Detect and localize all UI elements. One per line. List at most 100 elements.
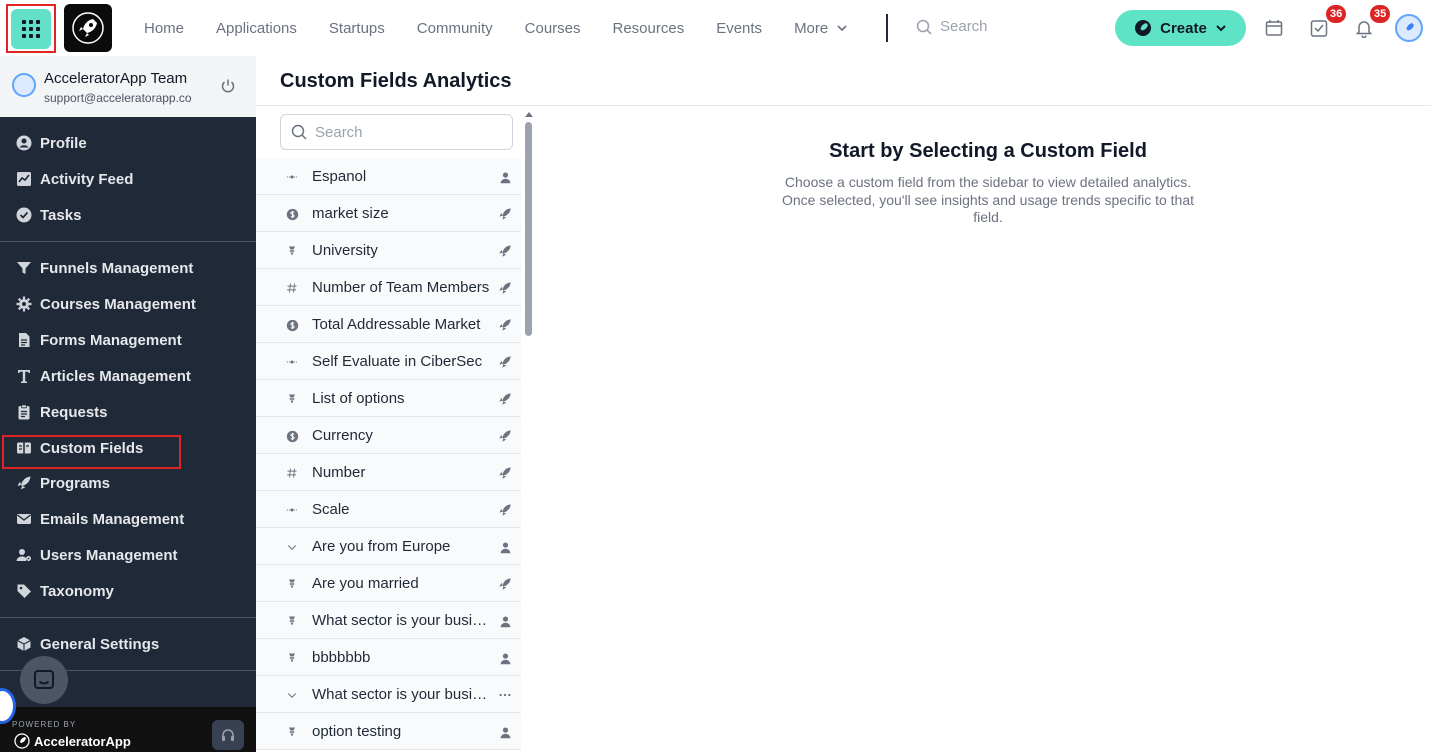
menu-item-programs[interactable]: Programs	[16, 473, 110, 493]
nav-community[interactable]: Community	[401, 20, 509, 37]
menu-item-emails-management[interactable]: Emails Management	[16, 509, 184, 529]
field-search-input[interactable]: Search	[280, 114, 513, 150]
menu-separator	[0, 617, 256, 618]
dollar-icon	[284, 428, 300, 444]
custom-field-list: Search Espanol market size University Numbe…	[256, 106, 538, 752]
document-icon	[19, 333, 30, 347]
dollar-icon	[284, 317, 300, 333]
nav-applications[interactable]: Applications	[200, 20, 313, 37]
custom-field-row[interactable]: Total Addressable Market	[256, 306, 521, 343]
chat-launcher-button[interactable]	[20, 656, 68, 704]
custom-field-label: bbbbbbb	[312, 649, 371, 666]
menu-item-label: General Settings	[40, 635, 160, 653]
powered-by-footer: POWERED BY AcceleratorApp	[0, 707, 256, 752]
custom-fields-highlight	[2, 435, 181, 469]
custom-field-label: List of options	[312, 390, 405, 407]
gear-icon	[16, 296, 32, 312]
custom-field-label: Number	[312, 464, 366, 481]
headset-icon	[222, 729, 234, 741]
custom-field-row[interactable]: Espanol	[256, 158, 521, 195]
menu-item-label: Emails Management	[40, 510, 185, 528]
user-icon	[497, 650, 513, 666]
rocket-icon	[497, 317, 513, 333]
nav-courses[interactable]: Courses	[509, 20, 597, 37]
menu-item-activity-feed[interactable]: Activity Feed	[16, 169, 133, 189]
custom-field-row[interactable]: Are you married	[256, 565, 521, 602]
rocket-icon	[497, 280, 513, 296]
menu-item-courses-management[interactable]: Courses Management	[16, 294, 196, 314]
custom-field-row[interactable]: What sector is your business	[256, 602, 521, 639]
nav-more[interactable]: More	[778, 20, 864, 37]
chart-icon	[17, 172, 31, 186]
custom-field-label: market size	[312, 205, 389, 222]
scroll-up-arrow-icon[interactable]	[524, 110, 534, 118]
chevron-down-icon	[837, 25, 847, 32]
hash-icon	[284, 465, 300, 481]
custom-field-row[interactable]: Are you from Europe	[256, 528, 521, 565]
custom-field-row[interactable]: List of options	[256, 380, 521, 417]
user-avatar[interactable]	[1395, 14, 1423, 42]
menu-item-articles-management[interactable]: Articles Management	[16, 366, 191, 386]
rocket-logo-icon[interactable]	[64, 4, 112, 52]
brand-name: AcceleratorApp	[34, 733, 131, 749]
menu-item-funnels-management[interactable]: Funnels Management	[16, 258, 193, 278]
custom-field-row[interactable]: What sector is your business	[256, 676, 521, 713]
search-icon	[291, 124, 307, 140]
menu-item-label: Requests	[40, 403, 108, 421]
nav-resources[interactable]: Resources	[597, 20, 701, 37]
check-circle-icon	[16, 207, 32, 223]
custom-field-row[interactable]: Number	[256, 454, 521, 491]
tag-icon	[17, 584, 31, 598]
custom-field-row[interactable]: bbbbbbb	[256, 639, 521, 676]
nav-home[interactable]: Home	[128, 20, 200, 37]
powered-by-brand: AcceleratorApp	[14, 733, 131, 749]
power-icon[interactable]	[220, 78, 236, 94]
custom-field-row[interactable]: University	[256, 232, 521, 269]
menu-item-label: Forms Management	[40, 331, 182, 349]
envelope-icon	[17, 514, 31, 524]
menu-item-profile[interactable]: Profile	[16, 133, 87, 153]
custom-field-row[interactable]: Scale	[256, 491, 521, 528]
calendar-icon[interactable]	[1264, 18, 1284, 38]
custom-field-row[interactable]: Currency	[256, 417, 521, 454]
menu-item-tasks[interactable]: Tasks	[16, 205, 81, 225]
bell-icon[interactable]	[1354, 18, 1374, 38]
nav-startups[interactable]: Startups	[313, 20, 401, 37]
menu-item-users-management[interactable]: Users Management	[16, 545, 178, 565]
scale-icon	[284, 502, 300, 518]
custom-field-label: Are you married	[312, 575, 419, 592]
rocket-icon	[1135, 20, 1152, 36]
grid-icon	[11, 8, 51, 49]
scrollbar-thumb[interactable]	[525, 122, 532, 336]
options-icon	[284, 724, 300, 740]
more-dots-icon[interactable]	[497, 687, 513, 703]
options-icon	[284, 391, 300, 407]
custom-field-row[interactable]: Self Evaluate in CiberSec	[256, 343, 521, 380]
main-nav: Home Applications Startups Community Cou…	[128, 0, 864, 56]
custom-field-row[interactable]: Number of Team Members	[256, 269, 521, 306]
user-email: support@acceleratorapp.co	[44, 91, 192, 105]
rocket-icon	[497, 354, 513, 370]
rocket-icon	[497, 391, 513, 407]
menu-item-requests[interactable]: Requests	[16, 402, 108, 422]
menu-item-general-settings[interactable]: General Settings	[16, 634, 159, 654]
nav-events[interactable]: Events	[700, 20, 778, 37]
custom-field-row[interactable]: market size	[256, 195, 521, 232]
apps-grid-button[interactable]	[6, 4, 56, 53]
menu-item-taxonomy[interactable]: Taxonomy	[16, 581, 114, 601]
support-headset-button[interactable]	[212, 720, 244, 750]
rocket-icon	[497, 428, 513, 444]
top-search[interactable]: Search	[916, 18, 988, 35]
create-button[interactable]: Create	[1115, 10, 1246, 46]
menu-item-label: Tasks	[40, 206, 82, 224]
custom-field-row[interactable]: option testing	[256, 713, 521, 750]
empty-state-description: Choose a custom field from the sidebar t…	[781, 174, 1195, 225]
tasks-check-icon[interactable]	[1309, 18, 1329, 38]
menu-item-label: Articles Management	[40, 367, 191, 385]
custom-field-label: Espanol	[312, 168, 367, 185]
user-name: AcceleratorApp Team	[44, 70, 188, 87]
user-card: AcceleratorApp Team support@acceleratora…	[0, 56, 256, 117]
custom-field-label: University	[312, 242, 378, 259]
menu-item-forms-management[interactable]: Forms Management	[16, 330, 182, 350]
rocket-icon	[497, 243, 513, 259]
